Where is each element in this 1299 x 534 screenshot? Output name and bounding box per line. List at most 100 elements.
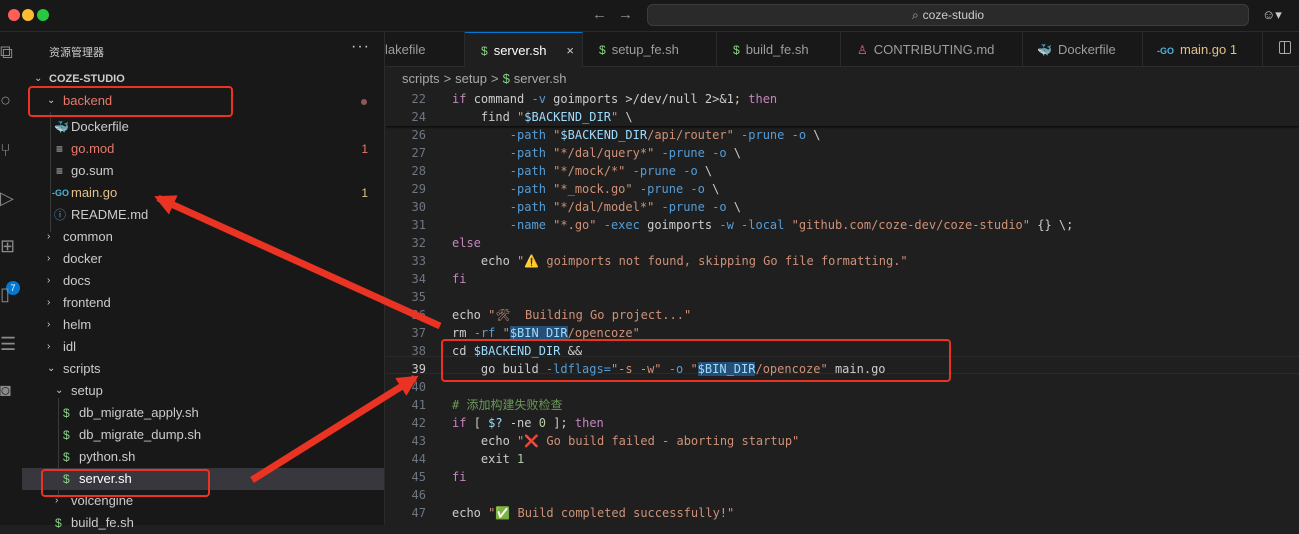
line-number: 39 — [411, 362, 426, 376]
close-window-button[interactable] — [8, 9, 20, 21]
tab-makefile[interactable]: lakefile — [385, 32, 465, 67]
command-center-search[interactable]: ⌕ coze-studio — [647, 4, 1249, 26]
code-text: echo "❌ Go build failed - aborting start… — [452, 432, 799, 450]
code-line[interactable]: 42 if [ $? -ne 0 ]; then — [386, 414, 1299, 432]
code-line[interactable]: 44 exit 1 — [386, 450, 1299, 468]
code-token: "*_mock.go" — [553, 182, 640, 196]
minimize-window-button[interactable] — [22, 9, 34, 21]
back-arrow-icon[interactable]: ← — [592, 6, 607, 23]
code-token: command — [473, 92, 532, 106]
code-line[interactable]: 41 # 添加构建失败检查 — [386, 396, 1299, 414]
book-icon[interactable]: ▯ — [0, 284, 22, 305]
code-line[interactable]: 43 echo "❌ Go build failed - aborting st… — [386, 432, 1299, 450]
code-token: -prune -o — [741, 128, 814, 142]
shell-script-icon: $ — [599, 43, 606, 57]
tree-item-helm[interactable]: › helm — [22, 314, 384, 336]
code-token: $BIN_DIR — [509, 326, 568, 340]
search-icon[interactable]: ○ — [0, 90, 22, 111]
run-debug-icon[interactable]: ▷ — [0, 188, 22, 209]
code-line[interactable]: 35 — [386, 288, 1299, 306]
split-editor-icon[interactable] — [1279, 41, 1291, 54]
tree-item-python-sh[interactable]: $ python.sh — [22, 446, 384, 468]
breadcrumb-setup[interactable]: setup — [455, 71, 487, 86]
code-line[interactable]: 36 echo "🛠 Building Go project..." — [386, 306, 1299, 324]
code-token: "*/dal/model*" — [553, 200, 662, 214]
tab-server-sh[interactable]: $ server.sh × — [465, 32, 583, 67]
close-tab-icon[interactable]: × — [566, 33, 574, 67]
code-line[interactable]: 27 -path "*/dal/query*" -prune -o \ — [386, 144, 1299, 162]
code-line[interactable]: 32 else — [386, 234, 1299, 252]
breadcrumb-server-sh[interactable]: server.sh — [514, 71, 567, 86]
tree-item-idl[interactable]: › idl — [22, 336, 384, 358]
editor-tabs: lakefile $ server.sh × $ setup_fe.sh $ buil… — [385, 32, 1299, 67]
explorer-icon[interactable]: ⧉ — [0, 42, 22, 63]
tab-dockerfile[interactable]: 🐳 Dockerfile — [1023, 32, 1143, 67]
robot-icon[interactable]: ◙ — [0, 380, 22, 401]
code-line[interactable]: 33 echo "⚠️ goimports not found, skippin… — [386, 252, 1299, 270]
forward-arrow-icon[interactable]: → — [618, 6, 633, 23]
line-number: 28 — [411, 164, 426, 178]
tree-item-main-go[interactable]: -GO main.go 1 — [22, 182, 384, 204]
code-line[interactable]: 30 -path "*/dal/model*" -prune -o \ — [386, 198, 1299, 216]
tree-item-docker[interactable]: › docker — [22, 248, 384, 270]
chevron-right-icon: › — [47, 253, 51, 264]
tree-item-dockerfile[interactable]: 🐳 Dockerfile — [22, 116, 384, 138]
code-token: {} \; — [1037, 218, 1074, 232]
tree-item-readme[interactable]: ⓘ README.md — [22, 204, 384, 226]
lines-file-icon: ≡ — [56, 142, 64, 156]
tree-item-db-migrate-apply[interactable]: $ db_migrate_apply.sh — [22, 402, 384, 424]
code-line[interactable]: 46 — [386, 486, 1299, 504]
tab-setup-fe-sh[interactable]: $ setup_fe.sh — [583, 32, 717, 67]
tab-main-go[interactable]: -GO main.go 1 — [1143, 32, 1263, 67]
line-number: 24 — [411, 110, 426, 124]
tab-contributing-md[interactable]: ♙ CONTRIBUTING.md — [841, 32, 1023, 67]
tree-item-common[interactable]: › common — [22, 226, 384, 248]
code-token: goimports — [647, 218, 720, 232]
code-token: /opencoze" — [567, 326, 640, 340]
code-token: "✅ Build completed successfully!" — [488, 506, 735, 520]
tree-item-setup[interactable]: ⌄ setup — [22, 380, 384, 402]
chevron-down-icon: ⌄ — [47, 363, 56, 374]
tab-build-fe-sh[interactable]: $ build_fe.sh — [717, 32, 841, 67]
tree-item-go-sum[interactable]: ≡ go.sum — [22, 160, 384, 182]
line-number: 44 — [411, 452, 426, 466]
code-token: -path — [509, 182, 554, 196]
code-line[interactable]: 24 find "$BACKEND_DIR" \ — [386, 108, 1299, 126]
code-text: exit 1 — [452, 450, 524, 468]
code-token: -path — [509, 164, 554, 178]
code-text: if [ $? -ne 0 ]; then — [452, 414, 604, 432]
go-file-icon: -GO — [52, 188, 69, 198]
tree-item-go-mod[interactable]: ≡ go.mod 1 — [22, 138, 384, 160]
shell-script-icon: $ — [63, 406, 70, 420]
code-token: \ — [813, 128, 821, 142]
code-text: -path "*_mock.go" -prune -o \ — [452, 180, 720, 198]
code-line[interactable]: 45 fi — [386, 468, 1299, 486]
code-line[interactable]: 22 if command -v goimports >/dev/null 2>&… — [386, 90, 1299, 108]
more-actions-icon[interactable]: ··· — [351, 38, 370, 56]
code-editor[interactable]: 22 if command -v goimports >/dev/null 2>&… — [386, 90, 1299, 525]
tree-item-docs[interactable]: › docs — [22, 270, 384, 292]
breadcrumb-scripts[interactable]: scripts — [402, 71, 440, 86]
code-line[interactable]: 28 -path "*/mock/*" -prune -o \ — [386, 162, 1299, 180]
tree-item-scripts[interactable]: ⌄ scripts — [22, 358, 384, 380]
source-control-icon[interactable]: ⑂ — [0, 140, 22, 161]
code-line[interactable]: 31 -name "*.go" -exec goimports -w -loca… — [386, 216, 1299, 234]
extensions-icon[interactable]: ⊞ — [0, 236, 22, 257]
code-token: -rf — [473, 326, 503, 340]
code-line[interactable]: 34 fi — [386, 270, 1299, 288]
tree-item-frontend[interactable]: › frontend — [22, 292, 384, 314]
code-line[interactable]: 47 echo "✅ Build completed successfully!" — [386, 504, 1299, 522]
code-line[interactable]: 29 -path "*_mock.go" -prune -o \ — [386, 180, 1299, 198]
copilot-icon[interactable]: ☺▾ — [1262, 7, 1282, 23]
code-token: \ — [733, 146, 742, 160]
code-token: # 添加构建失败检查 — [452, 398, 563, 412]
code-token: "*/mock/*" — [553, 164, 633, 178]
tree-item-build-fe-sh[interactable]: $ build_fe.sh — [22, 512, 384, 534]
code-token: "*/dal/query*" — [553, 146, 662, 160]
tree-item-db-migrate-dump[interactable]: $ db_migrate_dump.sh — [22, 424, 384, 446]
list-icon[interactable]: ☰ — [0, 334, 22, 355]
zoom-window-button[interactable] — [37, 9, 49, 21]
